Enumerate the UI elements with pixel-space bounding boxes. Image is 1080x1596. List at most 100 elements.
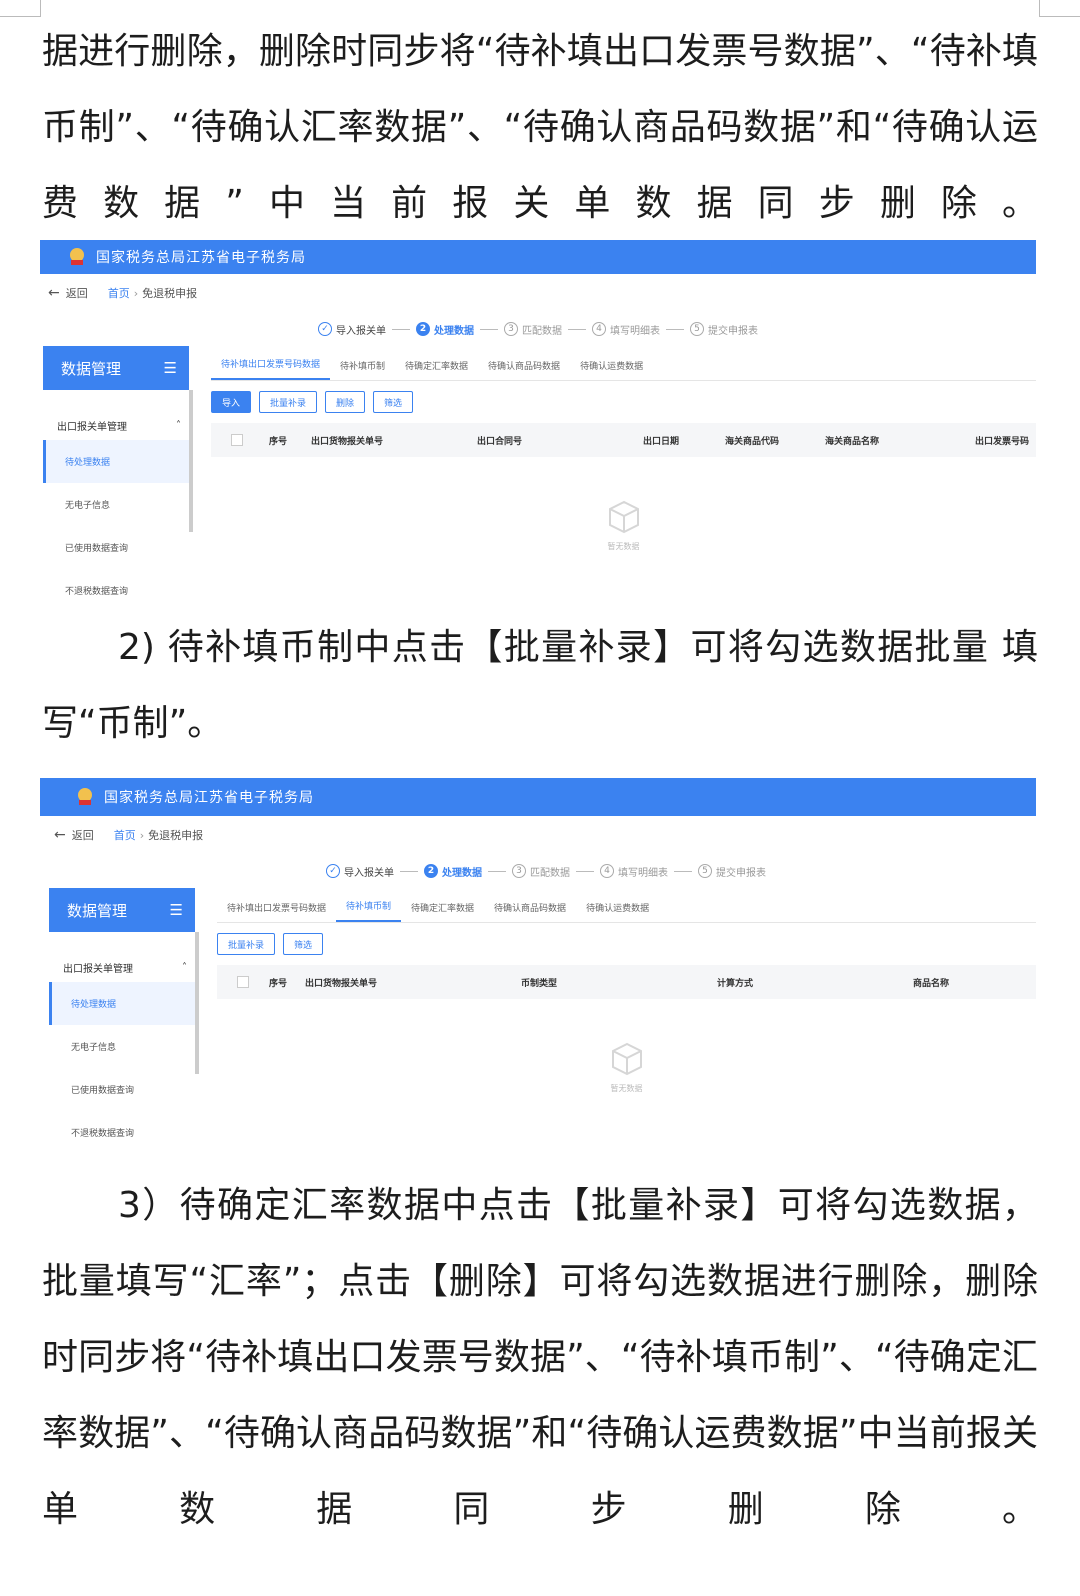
col-calc-method: 计算方式 [717, 978, 754, 989]
sidebar-item-no-electronic[interactable]: 无电子信息 [49, 1025, 195, 1068]
step-divider [666, 328, 684, 330]
step-5-label: 提交申报表 [716, 867, 766, 879]
nav-row: ← 返回 首页 › 免退税申报 [40, 274, 1036, 312]
page-corner-mark-right [1039, 0, 1080, 17]
sidebar-header: 数据管理 ☰ [49, 888, 195, 932]
tab-exchange-rate[interactable]: 待确定汇率数据 [401, 901, 484, 922]
table-header: 序号 出口货物报关单号 币制类型 计算方式 商品名称 [217, 965, 1036, 999]
sidebar-title: 数据管理 [67, 901, 128, 920]
batch-fill-button[interactable]: 批量补录 [259, 391, 318, 413]
step-3-number: 3 [504, 322, 518, 336]
sidebar-item-no-refund-query[interactable]: 不退税数据查询 [49, 1111, 195, 1154]
sidebar-item-pending[interactable]: 待处理数据 [49, 982, 195, 1025]
sidebar-item-pending[interactable]: 待处理数据 [43, 440, 189, 483]
sidebar-group-label: 出口报关单管理 [63, 963, 133, 975]
back-arrow-icon[interactable]: ← [48, 285, 60, 301]
sidebar-title: 数据管理 [61, 359, 122, 378]
top-paragraph-text: 据进行删除，删除时同步将“待补填出口发票号数据”、“待补填币制”、“待确认汇率数… [42, 31, 1038, 224]
sidebar-group-label: 出口报关单管理 [57, 421, 127, 433]
delete-button[interactable]: 删除 [325, 391, 366, 413]
step-5-number: 5 [698, 864, 712, 878]
step-5: 5 提交申报表 [698, 864, 766, 879]
col-declaration-number: 出口货物报关单号 [305, 978, 378, 989]
col-invoice-number: 出口发票号码 [975, 436, 1030, 447]
sidebar-scrollbar[interactable] [189, 390, 193, 532]
filter-button[interactable]: 筛选 [283, 933, 324, 955]
paragraph-2-line-2: 写“币制”。 [42, 703, 224, 744]
back-link[interactable]: 返回 [66, 285, 88, 301]
col-index: 序号 [269, 978, 288, 989]
tab-commodity-code[interactable]: 待确认商品码数据 [478, 359, 570, 380]
app-header: 国家税务总局江苏省电子税务局 [40, 778, 1036, 816]
tab-exchange-rate[interactable]: 待确定汇率数据 [395, 359, 478, 380]
step-divider [568, 328, 586, 330]
toolbar: 导入 批量补录 删除 筛选 [211, 381, 1036, 423]
back-arrow-icon[interactable]: ← [54, 827, 66, 843]
main-panel: 待补填出口发票号码数据 待补填币制 待确定汇率数据 待确认商品码数据 待确认运费… [211, 346, 1036, 612]
content-area: 数据管理 ☰ 出口报关单管理 ˄ 待处理数据 无电子信息 已使用数据查询 不退税… [40, 888, 1036, 1154]
step-1-label: 导入报关单 [336, 325, 386, 337]
sidebar-header: 数据管理 ☰ [43, 346, 189, 390]
step-4-number: 4 [592, 322, 606, 336]
tab-freight[interactable]: 待确认运费数据 [576, 901, 659, 922]
step-2: 2 处理数据 [424, 864, 482, 879]
step-1: ✓ 导入报关单 [326, 864, 394, 879]
breadcrumb-home[interactable]: 首页 [114, 827, 136, 843]
chevron-up-icon: ˄ [182, 961, 187, 973]
tab-invoice-number[interactable]: 待补填出口发票号码数据 [217, 901, 336, 922]
sidebar-item-no-electronic[interactable]: 无电子信息 [43, 483, 189, 526]
col-export-date: 出口日期 [643, 436, 680, 447]
sidebar-scrollbar[interactable] [195, 932, 199, 1074]
step-3-label: 匹配数据 [522, 325, 562, 337]
select-all-checkbox[interactable] [237, 976, 249, 988]
step-4: 4 填写明细表 [592, 322, 660, 337]
tab-freight[interactable]: 待确认运费数据 [570, 359, 653, 380]
tab-bar: 待补填出口发票号码数据 待补填币制 待确定汇率数据 待确认商品码数据 待确认运费… [211, 346, 1036, 381]
col-index: 序号 [269, 436, 288, 447]
app-title: 国家税务总局江苏省电子税务局 [104, 790, 314, 806]
step-3-number: 3 [512, 864, 526, 878]
step-4-label: 填写明细表 [610, 325, 660, 337]
step-divider [400, 870, 418, 872]
breadcrumb-separator: › [133, 286, 139, 300]
step-divider [674, 870, 692, 872]
tax-emblem-icon [78, 788, 92, 805]
batch-fill-button[interactable]: 批量补录 [217, 933, 276, 955]
tab-invoice-number[interactable]: 待补填出口发票号码数据 [211, 357, 331, 380]
empty-text: 暂无数据 [607, 542, 640, 551]
sidebar-item-no-refund-query[interactable]: 不退税数据查询 [43, 569, 189, 612]
sidebar-item-used-query[interactable]: 已使用数据查询 [49, 1068, 195, 1111]
step-3: 3 匹配数据 [512, 864, 570, 879]
step-divider [392, 328, 410, 330]
breadcrumb-home[interactable]: 首页 [108, 285, 130, 301]
sidebar-item-used-query[interactable]: 已使用数据查询 [43, 526, 189, 569]
empty-state: 暂无数据 [217, 1041, 1036, 1094]
step-1: ✓ 导入报关单 [318, 322, 386, 337]
sidebar-group[interactable]: 出口报关单管理 ˄ [49, 952, 195, 982]
tab-currency[interactable]: 待补填币制 [336, 899, 402, 922]
paragraph-2-line-1: 2) 待补填币制中点击【批量补录】可将勾选数据批量 填 [118, 627, 1038, 668]
step-5-number: 5 [690, 322, 704, 336]
tab-commodity-code[interactable]: 待确认商品码数据 [484, 901, 576, 922]
tab-currency[interactable]: 待补填币制 [330, 359, 395, 380]
filter-button[interactable]: 筛选 [373, 391, 414, 413]
breadcrumb-current: 免退税申报 [142, 287, 198, 300]
step-4-number: 4 [600, 864, 614, 878]
breadcrumb-current: 免退税申报 [148, 829, 204, 842]
col-hs-name: 海关商品名称 [825, 436, 880, 447]
page-corner-mark-left [0, 0, 41, 17]
step-4: 4 填写明细表 [600, 864, 668, 879]
empty-state: 暂无数据 [211, 499, 1036, 552]
empty-box-icon [608, 500, 639, 534]
menu-icon[interactable]: ☰ [164, 359, 177, 377]
select-all-checkbox[interactable] [231, 434, 243, 446]
top-paragraph: 据进行删除，删除时同步将“待补填出口发票号数据”、“待补填币制”、“待确认汇率数… [42, 14, 1038, 242]
chevron-up-icon: ˄ [176, 419, 181, 431]
back-link[interactable]: 返回 [72, 827, 94, 843]
col-hs-code: 海关商品代码 [725, 436, 780, 447]
menu-icon[interactable]: ☰ [170, 901, 183, 919]
step-3-label: 匹配数据 [530, 867, 570, 879]
import-button[interactable]: 导入 [211, 391, 252, 413]
sidebar-group[interactable]: 出口报关单管理 ˄ [43, 410, 189, 440]
content-area: 数据管理 ☰ 出口报关单管理 ˄ 待处理数据 无电子信息 已使用数据查询 不退税… [40, 346, 1036, 612]
